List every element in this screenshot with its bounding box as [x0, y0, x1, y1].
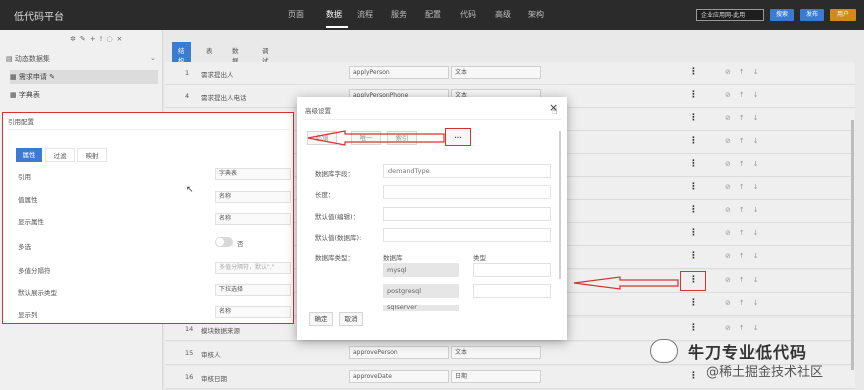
- watermark-subtitle: @稀土掘金技术社区: [706, 365, 824, 380]
- annotation-arrows: [307, 130, 679, 290]
- arrow-to-reference-panel: [307, 130, 445, 146]
- wechat-icon: [650, 339, 678, 363]
- watermark-title: 牛刀专业低代码: [688, 343, 808, 362]
- watermark: 牛刀专业低代码 @稀土掘金技术社区: [648, 337, 864, 390]
- arrow-to-more-icon: [573, 276, 679, 290]
